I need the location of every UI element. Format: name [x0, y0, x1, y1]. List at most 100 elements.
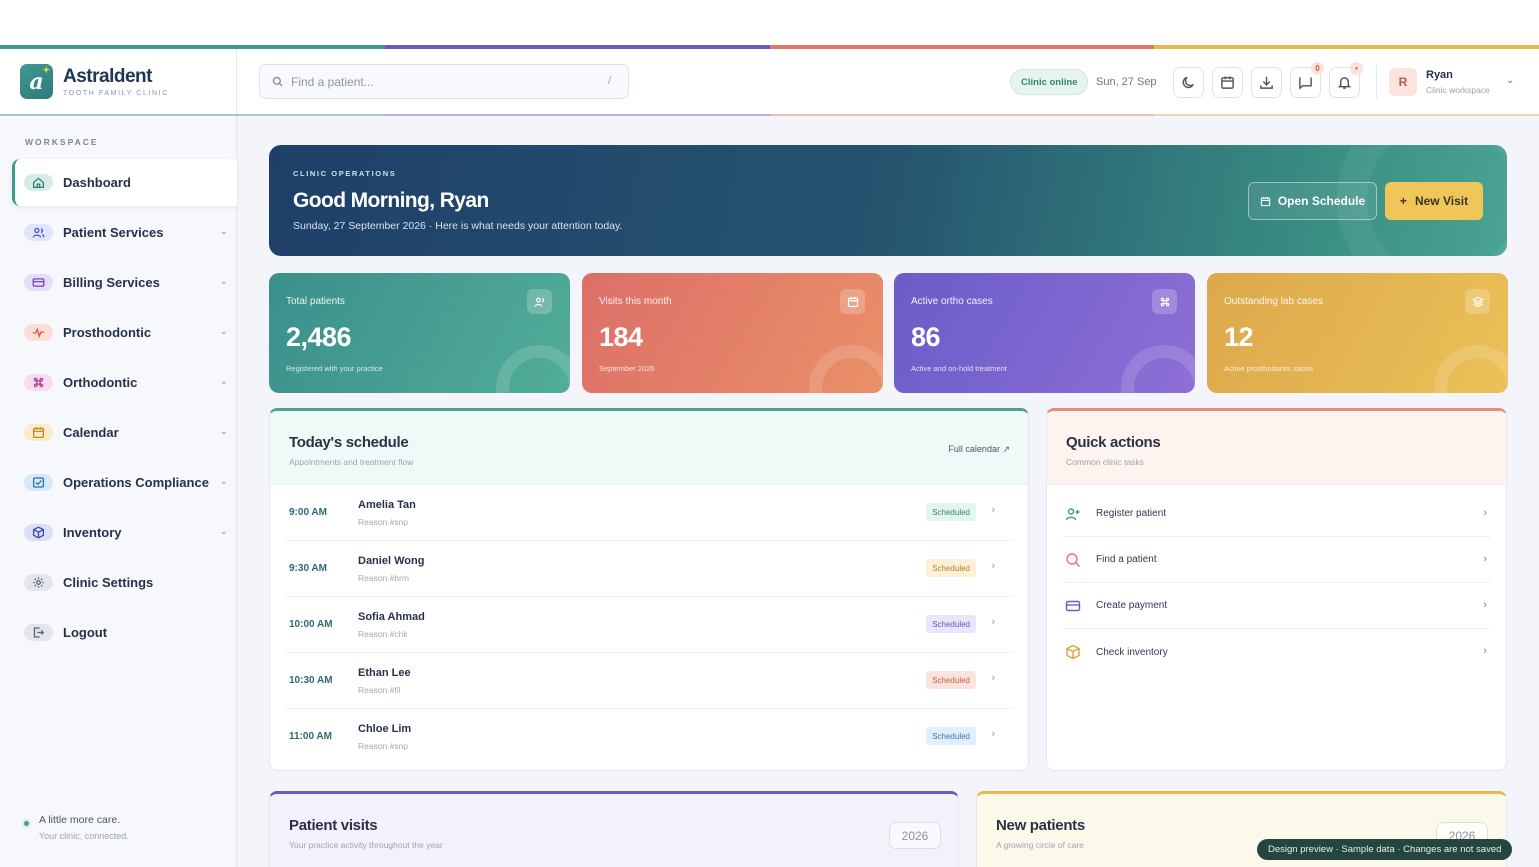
- calendar-icon: [1221, 76, 1234, 89]
- schedule-header: Today's schedule Appointments and treatm…: [270, 411, 1028, 485]
- appointment-reason: Reason #chk: [358, 629, 408, 639]
- quick-action-register-patient[interactable]: Register patient ›: [1063, 491, 1491, 537]
- status-badge: Scheduled: [926, 615, 976, 633]
- online-dot-icon: [22, 819, 31, 828]
- chevron-right-icon: ›: [991, 616, 995, 628]
- search-shortcut-hint: /: [607, 75, 611, 87]
- new-patients-title: New patients: [996, 817, 1085, 834]
- appointment-time: 9:00 AM: [289, 507, 327, 518]
- table-row[interactable]: 10:00 AM Sofia Ahmad Reason #chk Schedul…: [286, 597, 1013, 653]
- open-schedule-label: Open Schedule: [1277, 194, 1366, 208]
- chevron-right-icon: ›: [1483, 645, 1487, 657]
- user-name[interactable]: Ryan: [1426, 69, 1453, 81]
- sidebar-item-orthodontic[interactable]: Orthodontic ⌄: [12, 359, 237, 406]
- messages-button[interactable]: 0: [1290, 62, 1324, 98]
- search-bar[interactable]: /: [259, 64, 629, 99]
- notifications-button[interactable]: •: [1329, 62, 1363, 98]
- footer-line-2: Your clinic, connected.: [39, 831, 129, 841]
- quick-actions-panel: Quick actions Common clinic tasks Regist…: [1046, 408, 1507, 771]
- moon-icon: [1182, 76, 1194, 89]
- page-title: Good Morning, Ryan: [293, 189, 489, 212]
- patient-visits-title: Patient visits: [289, 817, 378, 834]
- user-role: Clinic workspace: [1426, 85, 1490, 95]
- open-schedule-button[interactable]: Open Schedule: [1248, 182, 1377, 220]
- stat-value: 184: [599, 322, 643, 352]
- stat-card-visits-month[interactable]: Visits this month 184 September 2026: [582, 273, 883, 393]
- stat-card-total-patients[interactable]: Total patients 2,486 Registered with you…: [269, 273, 570, 393]
- credit-card-icon: [24, 274, 53, 291]
- chevron-down-icon: ⌄: [219, 376, 228, 387]
- sidebar-item-dashboard[interactable]: Dashboard: [12, 159, 237, 206]
- stat-label: Outstanding lab cases: [1224, 296, 1323, 307]
- download-button[interactable]: [1251, 67, 1282, 98]
- messages-count-badge: 0: [1311, 62, 1324, 75]
- stat-note: September 2026: [599, 364, 655, 373]
- sidebar-item-label: Billing Services: [63, 275, 160, 290]
- header-divider: [1376, 65, 1377, 99]
- quick-actions-header: Quick actions Common clinic tasks: [1047, 411, 1506, 485]
- sidebar-item-operations-compliance[interactable]: Operations Compliance ⌄: [12, 459, 237, 506]
- quick-action-create-payment[interactable]: Create payment ›: [1063, 583, 1491, 629]
- new-visit-button[interactable]: + New Visit: [1385, 182, 1483, 220]
- table-row[interactable]: 10:30 AM Ethan Lee Reason #fil Scheduled…: [286, 653, 1013, 709]
- sidebar-item-label: Patient Services: [63, 225, 164, 240]
- stat-note: Active and on-hold treatment: [911, 364, 1007, 373]
- year-selector[interactable]: 2026: [889, 822, 941, 849]
- search-input[interactable]: [291, 74, 581, 89]
- sidebar: a ✦ Astraldent TOOTH FAMILY CLINIC WORKS…: [0, 49, 237, 867]
- brand[interactable]: a ✦ Astraldent TOOTH FAMILY CLINIC: [0, 49, 236, 115]
- theme-toggle-button[interactable]: [1173, 67, 1204, 98]
- sidebar-item-label: Inventory: [63, 525, 122, 540]
- chevron-right-icon: ›: [1483, 599, 1487, 611]
- table-row[interactable]: 9:30 AM Daniel Wong Reason #brm Schedule…: [286, 541, 1013, 597]
- avatar[interactable]: R: [1389, 68, 1417, 96]
- sidebar-item-label: Prosthodontic: [63, 325, 152, 340]
- calendar-button[interactable]: [1212, 67, 1243, 98]
- chevron-right-icon: ›: [991, 560, 995, 572]
- workspace-label: WORKSPACE: [25, 137, 99, 147]
- table-row[interactable]: 11:00 AM Chloe Lim Reason #snp Scheduled…: [286, 709, 1013, 765]
- sidebar-item-calendar[interactable]: Calendar ⌄: [12, 409, 237, 456]
- stat-value: 2,486: [286, 322, 352, 352]
- sidebar-nav: Dashboard Patient Services ⌄ Billing Ser…: [0, 159, 237, 656]
- card-decoration: [809, 345, 883, 393]
- command-icon: [1152, 289, 1177, 314]
- full-calendar-link[interactable]: Full calendar ↗: [948, 444, 1010, 455]
- table-row[interactable]: 9:00 AM Amelia Tan Reason #snp Scheduled…: [286, 485, 1013, 541]
- download-icon: [1260, 76, 1273, 89]
- sidebar-item-label: Operations Compliance: [63, 475, 209, 490]
- patient-visits-subtitle: Your practice activity throughout the ye…: [289, 840, 443, 850]
- home-icon: [24, 174, 53, 191]
- sidebar-item-label: Calendar: [63, 425, 119, 440]
- sidebar-footer: A little more care. Your clinic, connect…: [22, 814, 129, 841]
- stat-value: 12: [1224, 322, 1254, 352]
- status-badge: Scheduled: [926, 559, 976, 577]
- appointment-reason: Reason #fil: [358, 685, 401, 695]
- chevron-down-icon: ⌄: [219, 426, 228, 437]
- banner-subtitle: Sunday, 27 September 2026 · Here is what…: [293, 220, 623, 232]
- chevron-right-icon: ›: [1483, 507, 1487, 519]
- sidebar-item-logout[interactable]: Logout: [12, 609, 237, 656]
- sidebar-item-clinic-settings[interactable]: Clinic Settings: [12, 559, 237, 606]
- quick-action-find-patient[interactable]: Find a patient ›: [1063, 537, 1491, 583]
- calendar-icon: [24, 424, 53, 441]
- status-badge: Scheduled: [926, 727, 976, 745]
- quick-actions-subtitle: Common clinic tasks: [1066, 457, 1144, 467]
- calendar-icon: [840, 289, 865, 314]
- command-icon: [24, 374, 53, 391]
- preview-toast: Design preview · Sample data · Changes a…: [1257, 839, 1513, 860]
- sidebar-item-prosthodontic[interactable]: Prosthodontic ⌄: [12, 309, 237, 356]
- chevron-down-icon[interactable]: ⌄: [1506, 75, 1514, 86]
- stat-card-lab-cases[interactable]: Outstanding lab cases 12 Active prosthod…: [1207, 273, 1508, 393]
- sidebar-item-patient-services[interactable]: Patient Services ⌄: [12, 209, 237, 256]
- top-header: / Clinic online Sun, 27 Sep 0 • R Ryan C…: [237, 49, 1539, 114]
- stat-card-ortho-cases[interactable]: Active ortho cases 86 Active and on-hold…: [894, 273, 1195, 393]
- sidebar-item-billing-services[interactable]: Billing Services ⌄: [12, 259, 237, 306]
- sidebar-item-label: Clinic Settings: [63, 575, 154, 590]
- sidebar-item-label: Orthodontic: [63, 375, 138, 390]
- patient-name: Sofia Ahmad: [358, 611, 425, 623]
- quick-action-check-inventory[interactable]: Check inventory ›: [1063, 629, 1491, 675]
- sidebar-item-inventory[interactable]: Inventory ⌄: [12, 509, 237, 556]
- card-decoration: [1121, 345, 1195, 393]
- box-icon: [24, 524, 53, 541]
